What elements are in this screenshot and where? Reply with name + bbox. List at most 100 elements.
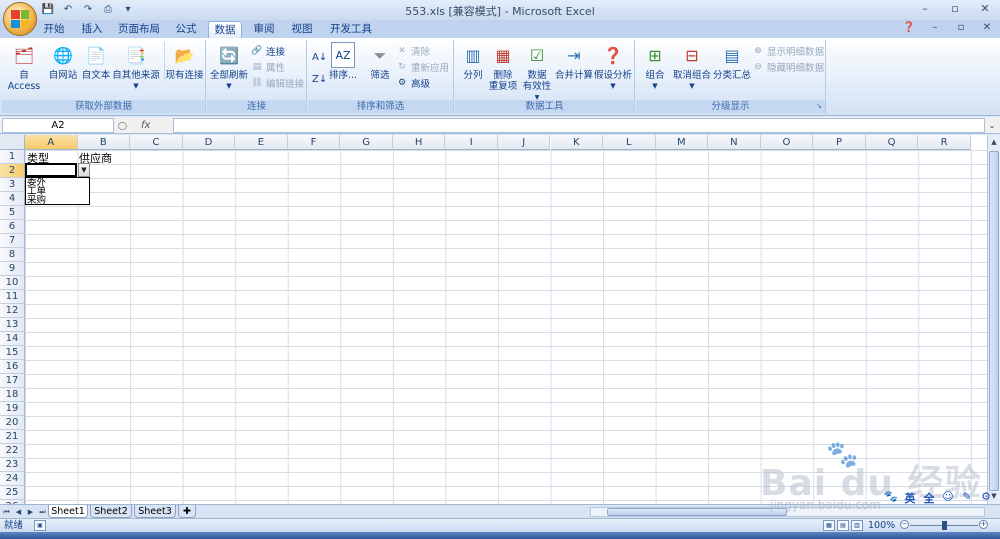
row-header[interactable]: 16 xyxy=(0,360,25,374)
row-header[interactable]: 15 xyxy=(0,346,25,360)
zoom-slider-handle[interactable] xyxy=(942,521,947,530)
office-button[interactable] xyxy=(3,2,37,36)
row-header[interactable]: 10 xyxy=(0,276,25,290)
column-header[interactable]: K xyxy=(550,135,604,150)
row-header[interactable]: 9 xyxy=(0,262,25,276)
row-header[interactable]: 19 xyxy=(0,402,25,416)
column-header[interactable]: R xyxy=(918,135,971,150)
tab-home[interactable]: 开始 xyxy=(40,21,68,38)
row-header[interactable]: 22 xyxy=(0,444,25,458)
sort-desc-button[interactable]: Z↓ xyxy=(312,74,327,85)
worksheet-grid[interactable]: ABCDEFGHIJKLMNOPQR 1 2 3 4 5 6 7 8 9 10 11 12 13 14 15… xyxy=(0,135,987,504)
page-break-view-icon[interactable]: ▥ xyxy=(851,520,863,531)
row-header[interactable]: 5 xyxy=(0,206,25,220)
column-header[interactable]: O xyxy=(760,135,814,150)
row-header[interactable]: 20 xyxy=(0,416,25,430)
ribbon-close-icon[interactable]: ✕ xyxy=(980,22,994,33)
name-box[interactable]: A2 xyxy=(2,118,114,133)
ime-paw-icon[interactable]: 🐾 xyxy=(884,490,898,506)
from-text-button[interactable]: 📄 自文本 xyxy=(80,42,112,81)
vertical-scrollbar[interactable]: ▲ ▼ xyxy=(987,135,1000,504)
row-header[interactable]: 3 xyxy=(0,178,25,192)
tab-developer[interactable]: 开发工具 xyxy=(328,21,374,38)
zoom-out-icon[interactable]: − xyxy=(900,520,909,529)
row-header[interactable]: 17 xyxy=(0,374,25,388)
group-button[interactable]: ⊞ 组合 ▼ xyxy=(640,42,670,92)
tab-review[interactable]: 审阅 xyxy=(250,21,278,38)
zoom-slider[interactable]: − + xyxy=(900,520,988,530)
sort-button[interactable]: AZ 排序... xyxy=(328,42,358,81)
column-header[interactable]: J xyxy=(497,135,551,150)
ribbon-restore-icon[interactable]: ▫ xyxy=(954,22,968,33)
restore-button[interactable]: ▫ xyxy=(946,1,964,17)
column-header[interactable]: G xyxy=(340,135,393,150)
tab-data[interactable]: 数据 xyxy=(208,21,242,38)
from-web-button[interactable]: 🌐 自网站 xyxy=(48,42,78,81)
zoom-level[interactable]: 100% xyxy=(868,520,895,532)
select-all-corner[interactable] xyxy=(0,135,25,150)
tab-view[interactable]: 视图 xyxy=(288,21,316,38)
column-header[interactable]: L xyxy=(603,135,656,150)
horizontal-scroll-thumb[interactable] xyxy=(607,508,787,516)
row-header[interactable]: 8 xyxy=(0,248,25,262)
clear-button[interactable]: ✕ 清除 xyxy=(396,44,430,59)
ungroup-button[interactable]: ⊟ 取消组合 ▼ xyxy=(672,42,712,92)
whatif-analysis-button[interactable]: ❓ 假设分析 ▼ xyxy=(593,42,633,92)
column-header[interactable]: D xyxy=(182,135,236,150)
row-header[interactable]: 18 xyxy=(0,388,25,402)
active-cell-A2[interactable] xyxy=(25,163,77,177)
data-validation-button[interactable]: ☑ 数据 有效性 ▾ xyxy=(519,42,555,103)
column-header[interactable]: H xyxy=(392,135,446,150)
column-header[interactable]: B xyxy=(77,135,131,150)
last-sheet-icon[interactable]: ⏭ xyxy=(38,506,47,518)
from-access-button[interactable]: 🗂 自 Access xyxy=(4,42,44,92)
row-header[interactable]: 21 xyxy=(0,430,25,444)
column-header[interactable]: N xyxy=(708,135,761,150)
row-header[interactable]: 14 xyxy=(0,332,25,346)
edit-links-button[interactable]: ⛓ 编辑链接 xyxy=(251,76,304,91)
from-other-sources-button[interactable]: 📑 自其他来源 ▼ xyxy=(112,42,160,92)
tab-insert[interactable]: 插入 xyxy=(78,21,106,38)
remove-duplicates-button[interactable]: ▦ 删除 重复项 xyxy=(487,42,519,92)
ime-emoji-icon[interactable]: ☺ xyxy=(941,490,955,506)
tab-formulas[interactable]: 公式 xyxy=(172,21,200,38)
name-box-dropdown-icon[interactable]: ◯ xyxy=(118,121,127,130)
vertical-scroll-thumb[interactable] xyxy=(989,151,999,491)
column-header[interactable]: Q xyxy=(865,135,919,150)
connections-button[interactable]: 🔗 连接 xyxy=(251,44,285,59)
normal-view-icon[interactable]: ▦ xyxy=(823,520,835,531)
text-to-columns-button[interactable]: ▥ 分列 xyxy=(459,42,487,81)
advanced-button[interactable]: ⚙ 高级 xyxy=(396,76,430,91)
row-header[interactable]: 23 xyxy=(0,458,25,472)
row-header[interactable]: 13 xyxy=(0,318,25,332)
ribbon-minimize-icon[interactable]: – xyxy=(928,22,942,33)
row-header[interactable]: 2 xyxy=(0,164,25,178)
column-header[interactable]: A xyxy=(25,135,78,150)
show-detail-button[interactable]: ⊕ 显示明细数据 xyxy=(752,44,824,59)
hide-detail-button[interactable]: ⊖ 隐藏明细数据 xyxy=(752,60,824,75)
sheet-tab-3[interactable]: Sheet3 xyxy=(134,505,176,518)
insert-function-icon[interactable]: fx xyxy=(141,120,150,131)
ime-lang[interactable]: 英 xyxy=(903,490,917,506)
column-header[interactable]: F xyxy=(287,135,341,150)
horizontal-scrollbar[interactable] xyxy=(590,507,985,517)
sheet-tab-1[interactable]: Sheet1 xyxy=(48,505,88,518)
existing-connections-button[interactable]: 📂 现有连接 xyxy=(164,42,204,81)
ime-width[interactable]: 全 xyxy=(922,490,936,506)
page-layout-view-icon[interactable]: ▤ xyxy=(837,520,849,531)
scroll-up-icon[interactable]: ▲ xyxy=(988,136,1000,149)
row-header[interactable]: 11 xyxy=(0,290,25,304)
column-header[interactable]: E xyxy=(235,135,288,150)
column-header[interactable]: M xyxy=(655,135,709,150)
column-header[interactable]: C xyxy=(130,135,183,150)
tab-page-layout[interactable]: 页面布局 xyxy=(116,21,162,38)
consolidate-button[interactable]: ⇥ 合并计算 xyxy=(555,42,593,81)
sheet-tab-2[interactable]: Sheet2 xyxy=(90,505,132,518)
filter-button[interactable]: ⏷ 筛选 xyxy=(366,42,394,81)
ime-pen-icon[interactable]: ✎ xyxy=(960,490,974,506)
expand-formula-bar-icon[interactable]: ⌄ xyxy=(986,118,998,133)
first-sheet-icon[interactable]: ⏮ xyxy=(2,506,11,518)
next-sheet-icon[interactable]: ▶ xyxy=(26,506,35,518)
reapply-button[interactable]: ↻ 重新应用 xyxy=(396,60,449,75)
insert-sheet-icon[interactable]: ✚ xyxy=(178,505,196,518)
